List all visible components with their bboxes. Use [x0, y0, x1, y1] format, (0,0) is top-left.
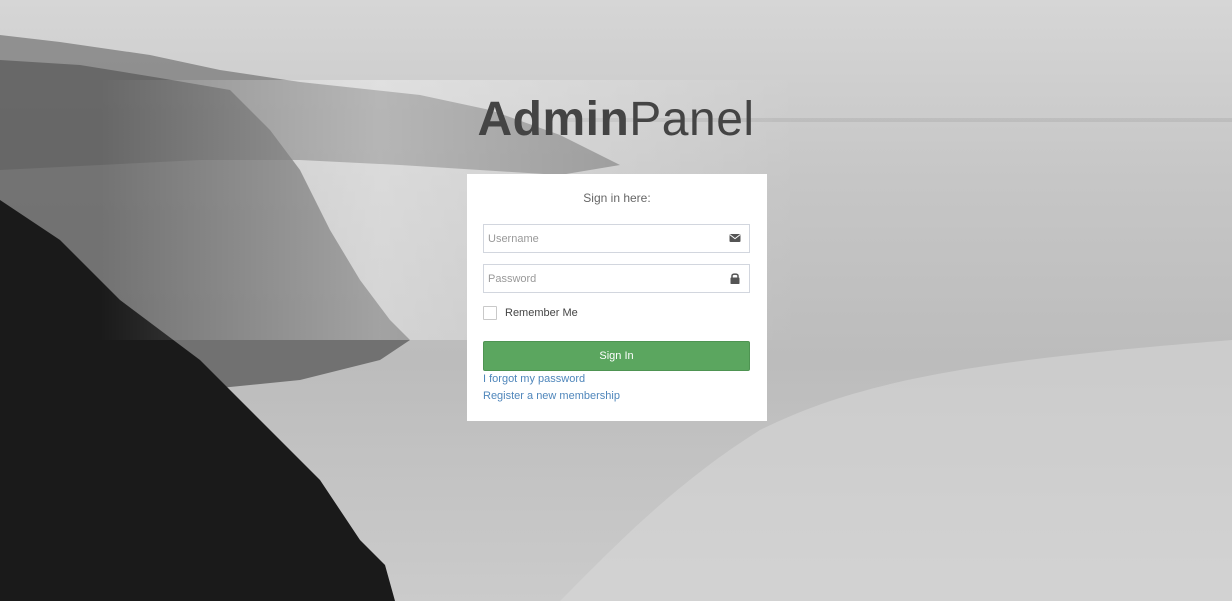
remember-me-checkbox[interactable] [483, 306, 497, 320]
username-input[interactable] [484, 225, 718, 252]
logo-bold-text: Admin [477, 93, 630, 146]
logo: AdminPanel [0, 92, 1232, 147]
register-link[interactable]: Register a new membership [483, 390, 620, 402]
login-box: Sign in here: Remember Me Sign In I forg… [467, 174, 767, 421]
envelope-icon [729, 234, 741, 242]
password-field[interactable] [483, 264, 750, 293]
username-field[interactable] [483, 224, 750, 253]
sign-in-button[interactable]: Sign In [483, 341, 750, 371]
lock-icon [730, 273, 740, 284]
remember-me-label: Remember Me [505, 307, 578, 319]
password-input[interactable] [484, 265, 718, 292]
logo-light-text: Panel [629, 93, 755, 146]
login-box-message: Sign in here: [583, 191, 651, 205]
remember-me[interactable]: Remember Me [483, 305, 578, 321]
forgot-password-link[interactable]: I forgot my password [483, 373, 585, 385]
